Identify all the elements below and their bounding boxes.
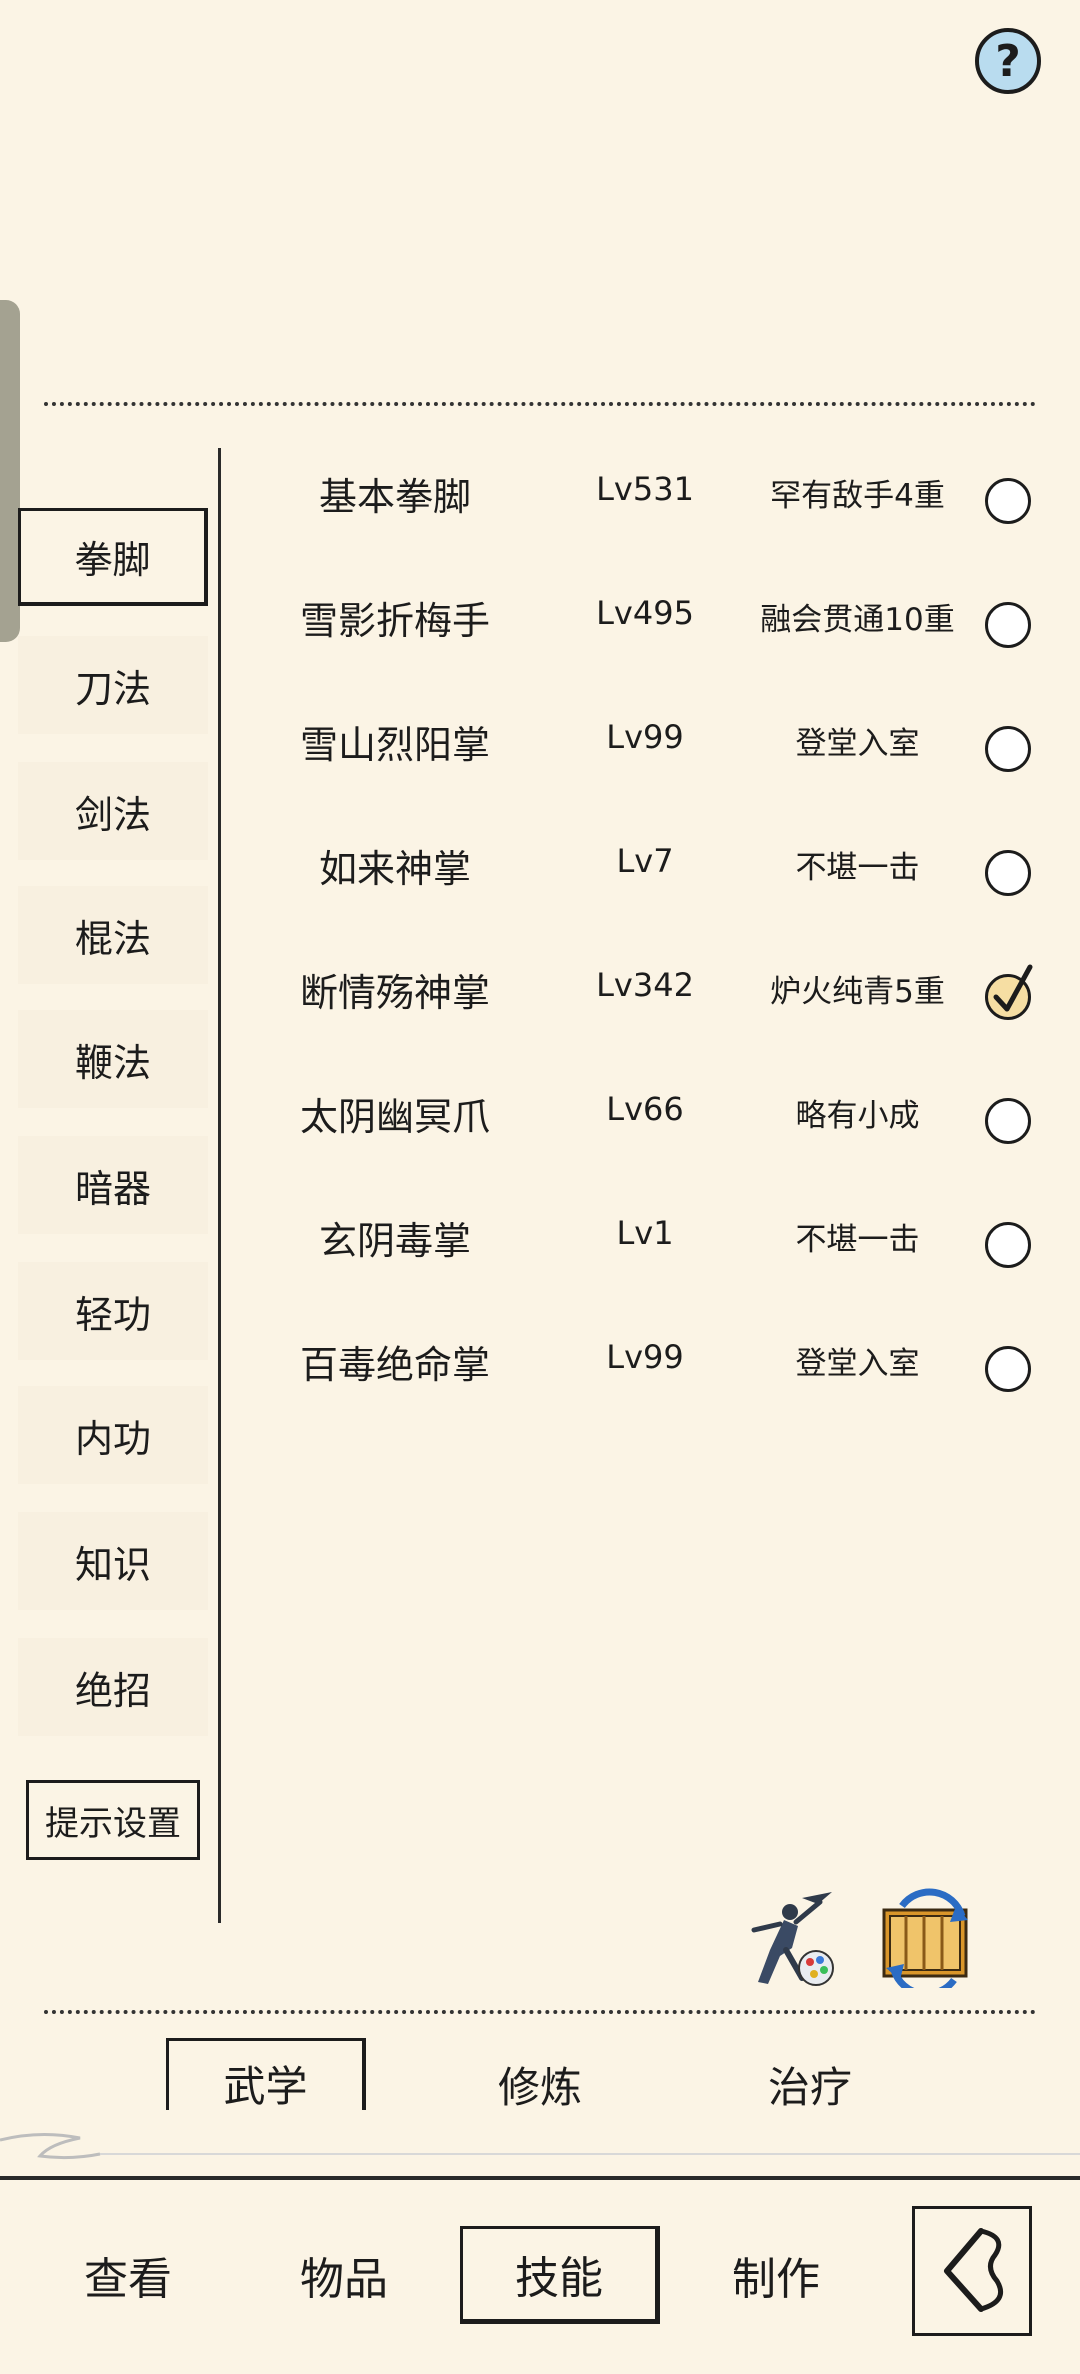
category-label: 刀法	[74, 666, 151, 711]
skill-level: Lv66	[606, 1090, 684, 1128]
skill-select-radio[interactable]	[985, 964, 1033, 1020]
skill-name: 百毒绝命掌	[299, 1343, 490, 1387]
checkmark-icon	[993, 964, 1033, 1012]
skill-level: Lv342	[596, 966, 694, 1004]
category-label: 剑法	[74, 792, 151, 837]
skill-select-radio[interactable]	[985, 850, 1031, 896]
hint-settings-button[interactable]: 提示设置	[26, 1780, 200, 1860]
skill-row[interactable]: 基本拳脚 Lv531 罕有敌手4重	[240, 430, 1040, 554]
bottom-divider	[44, 2010, 1036, 2014]
category-label: 内功	[74, 1416, 151, 1461]
skill-select-radio[interactable]	[985, 1098, 1031, 1144]
skill-select-radio[interactable]	[985, 602, 1031, 648]
skill-row[interactable]: 雪影折梅手 Lv495 融会贯通10重	[240, 554, 1040, 678]
nav-wupin[interactable]: 物品	[244, 2226, 444, 2324]
skill-row[interactable]: 太阴幽冥爪 Lv66 略有小成	[240, 1050, 1040, 1174]
skill-row[interactable]: 玄阴毒掌 Lv1 不堪一击	[240, 1174, 1040, 1298]
category-juezhao[interactable]: 绝招	[18, 1638, 208, 1736]
nav-label: 查看	[84, 2254, 172, 2305]
skill-rank: 罕有敌手4重	[770, 478, 945, 514]
back-button[interactable]	[912, 2206, 1032, 2336]
skill-name: 雪影折梅手	[299, 599, 490, 643]
skill-name: 玄阴毒掌	[318, 1219, 471, 1263]
nav-jineng[interactable]: 技能	[460, 2226, 660, 2324]
nav-chakan[interactable]: 查看	[28, 2226, 228, 2324]
skill-name: 太阴幽冥爪	[299, 1095, 490, 1139]
category-daofa[interactable]: 刀法	[18, 636, 208, 734]
nav-label: 技能	[515, 2253, 603, 2304]
skill-rank: 融会贯通10重	[760, 602, 955, 638]
nav-divider	[0, 2176, 1080, 2180]
skill-level: Lv99	[606, 1338, 684, 1376]
question-icon: ?	[995, 35, 1021, 87]
skill-rank: 炉火纯青5重	[770, 974, 945, 1010]
skill-select-radio[interactable]	[985, 726, 1031, 772]
skill-level: Lv99	[606, 718, 684, 756]
skill-name: 基本拳脚	[318, 475, 471, 519]
skill-rank: 不堪一击	[795, 850, 920, 886]
category-gunfa[interactable]: 棍法	[18, 886, 208, 984]
hint-settings-label: 提示设置	[45, 1803, 181, 1844]
category-label: 轻功	[74, 1292, 151, 1337]
martial-artist-icon[interactable]	[740, 1890, 840, 1990]
skill-row[interactable]: 断情殇神掌 Lv342 炉火纯青5重	[240, 926, 1040, 1050]
tab-label: 治疗	[767, 2062, 852, 2112]
skill-name: 断情殇神掌	[299, 971, 490, 1015]
category-label: 知识	[74, 1542, 151, 1587]
swap-scroll-icon[interactable]	[876, 1888, 980, 1988]
tab-label: 武学	[223, 2062, 308, 2111]
skill-row[interactable]: 雪山烈阳掌 Lv99 登堂入室	[240, 678, 1040, 802]
column-divider	[218, 448, 221, 1923]
category-label: 拳脚	[74, 538, 151, 582]
category-label: 棍法	[74, 916, 151, 961]
skill-name: 如来神掌	[318, 847, 471, 891]
nav-zhizuo[interactable]: 制作	[676, 2226, 876, 2324]
category-label: 鞭法	[74, 1040, 151, 1085]
category-zhishi[interactable]: 知识	[18, 1512, 208, 1610]
skill-rank: 不堪一击	[795, 1222, 920, 1258]
skill-level: Lv495	[596, 594, 694, 632]
skill-name: 雪山烈阳掌	[299, 723, 490, 767]
top-divider	[44, 402, 1036, 406]
tab-label: 修炼	[497, 2062, 582, 2112]
category-bianfa[interactable]: 鞭法	[18, 1010, 208, 1108]
side-drawer-handle[interactable]	[0, 300, 20, 642]
skill-level: Lv531	[596, 470, 694, 508]
skill-row[interactable]: 百毒绝命掌 Lv99 登堂入室	[240, 1298, 1040, 1422]
help-button[interactable]: ?	[975, 28, 1041, 94]
category-label: 绝招	[74, 1668, 151, 1713]
nav-label: 制作	[732, 2254, 820, 2305]
skill-row[interactable]: 如来神掌 Lv7 不堪一击	[240, 802, 1040, 926]
category-quanjiao[interactable]: 拳脚	[18, 508, 208, 606]
category-anqi[interactable]: 暗器	[18, 1136, 208, 1234]
skill-rank: 略有小成	[795, 1098, 920, 1134]
skill-rank: 登堂入室	[795, 726, 920, 762]
category-neigong[interactable]: 内功	[18, 1386, 208, 1484]
category-qinggong[interactable]: 轻功	[18, 1262, 208, 1360]
category-jianfa[interactable]: 剑法	[18, 762, 208, 860]
skill-rank: 登堂入室	[795, 1346, 920, 1382]
nav-label: 物品	[300, 2254, 388, 2305]
skill-level: Lv1	[616, 1214, 674, 1252]
skill-select-radio[interactable]	[985, 478, 1031, 524]
brush-stroke-divider	[0, 2110, 1080, 2180]
skill-select-radio[interactable]	[985, 1222, 1031, 1268]
back-arrow-icon	[944, 2228, 1003, 2312]
skill-select-radio[interactable]	[985, 1346, 1031, 1392]
skill-level: Lv7	[616, 842, 674, 880]
category-label: 暗器	[74, 1166, 151, 1211]
